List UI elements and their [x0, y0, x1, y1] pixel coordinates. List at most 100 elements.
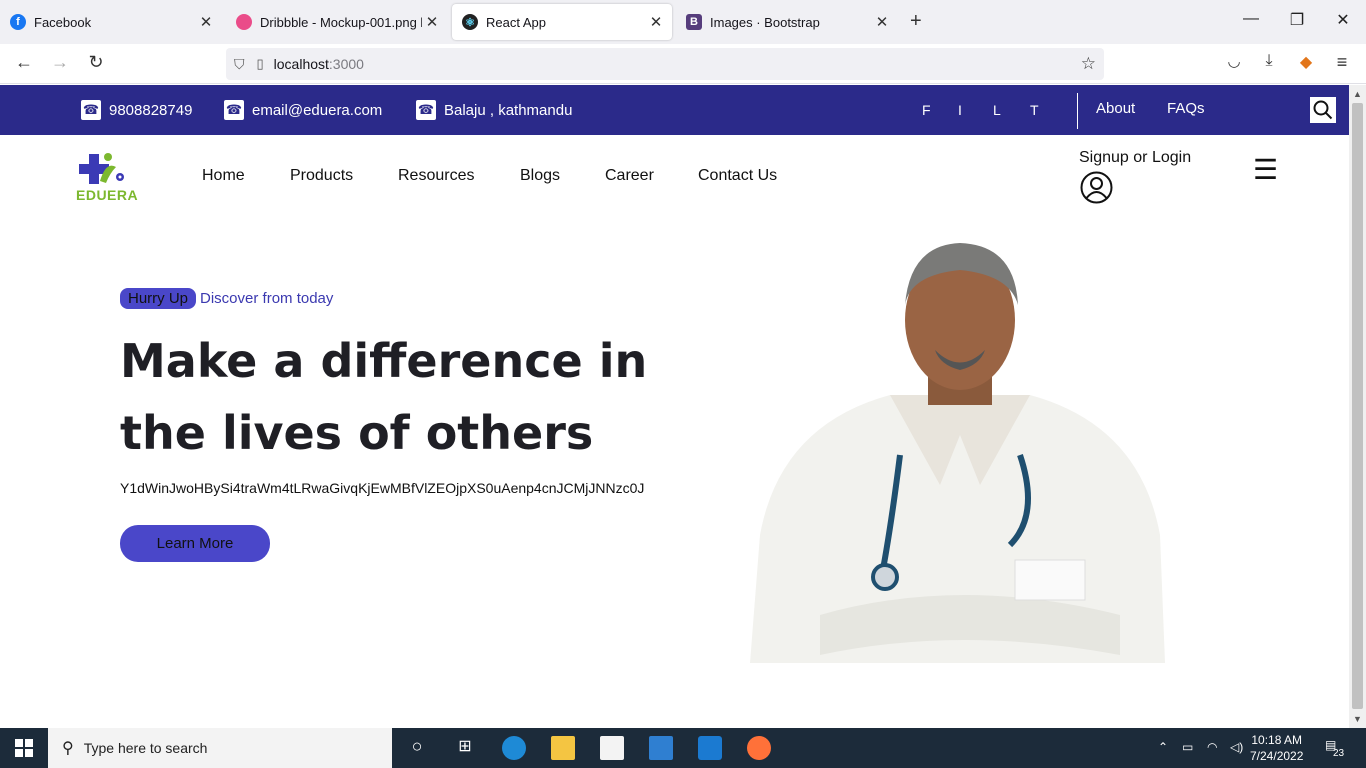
- search-icon: [1313, 100, 1333, 120]
- browser-tab-bar: f Facebook ✕ Dribbble - Mockup-001.png b…: [0, 0, 1366, 44]
- email-text: email@eduera.com: [252, 101, 383, 119]
- hero-title: Make a difference in the lives of others: [120, 325, 720, 469]
- nav-contact-us[interactable]: Contact Us: [698, 167, 777, 185]
- task-view-icon[interactable]: ⊞: [453, 736, 477, 760]
- phone-icon: ☎: [416, 100, 436, 120]
- taskbar-clock[interactable]: 10:18 AM 7/24/2022: [1250, 732, 1303, 764]
- social-facebook-link[interactable]: F: [922, 102, 931, 118]
- phone-icon: ☎: [81, 100, 101, 120]
- bootstrap-icon: B: [686, 14, 702, 30]
- url-host: localhost: [273, 56, 329, 72]
- faqs-link[interactable]: FAQs: [1167, 100, 1205, 117]
- metamask-icon[interactable]: ◆: [1294, 52, 1318, 72]
- edge-icon[interactable]: [502, 736, 526, 760]
- social-instagram-link[interactable]: I: [958, 102, 962, 118]
- firefox-icon[interactable]: [747, 736, 771, 760]
- main-header: EDUERA Home Products Resources Blogs Car…: [0, 135, 1349, 225]
- bookmark-star-icon[interactable]: ☆: [1081, 54, 1096, 74]
- nav-resources[interactable]: Resources: [398, 167, 474, 185]
- windows-taskbar: ⚲ Type here to search ○ ⊞ ⌃ ▭ ◠ ◁) 10:18…: [0, 728, 1366, 768]
- about-link[interactable]: About: [1096, 100, 1135, 117]
- tab-title: Images · Bootstrap: [710, 14, 820, 30]
- new-tab-button[interactable]: +: [910, 10, 922, 33]
- windows-icon: [15, 739, 33, 757]
- facebook-icon: f: [10, 14, 26, 30]
- scroll-down-icon[interactable]: ▼: [1349, 714, 1366, 724]
- scrollbar-thumb[interactable]: [1352, 103, 1363, 709]
- tab-title: Facebook: [34, 14, 92, 30]
- signup-login-link[interactable]: Signup or Login: [1079, 149, 1191, 167]
- clock-time: 10:18 AM: [1251, 733, 1303, 747]
- start-button[interactable]: [0, 728, 48, 768]
- wifi-icon[interactable]: ◠: [1207, 740, 1217, 754]
- notification-count: 23: [1333, 748, 1345, 759]
- topbar-divider: [1077, 93, 1078, 129]
- close-icon[interactable]: ✕: [872, 13, 892, 31]
- hero-subtitle: Y1dWinJwoHBySi4traWm4tLRwaGivqKjEwMBfVlZ…: [120, 480, 645, 496]
- nav-career[interactable]: Career: [605, 167, 654, 185]
- url-port: :3000: [328, 56, 364, 72]
- phone-contact: ☎ 9808828749: [81, 100, 192, 120]
- battery-icon[interactable]: ▭: [1182, 740, 1193, 754]
- taskbar-search-placeholder: Type here to search: [83, 740, 208, 756]
- dribbble-icon: [236, 14, 252, 30]
- volume-icon[interactable]: ◁): [1230, 740, 1243, 754]
- close-window-button[interactable]: ✕: [1320, 10, 1366, 30]
- close-icon[interactable]: ✕: [196, 13, 216, 31]
- social-linkedin-link[interactable]: L: [993, 102, 1001, 118]
- close-icon[interactable]: ✕: [422, 13, 442, 31]
- taskbar-search-input[interactable]: ⚲ Type here to search: [48, 728, 392, 768]
- scroll-up-icon[interactable]: ▲: [1349, 89, 1366, 99]
- close-icon[interactable]: ✕: [646, 13, 666, 31]
- clock-date: 7/24/2022: [1250, 749, 1304, 763]
- phone-icon: ☎: [224, 100, 244, 120]
- logo-text: EDUERA: [76, 187, 139, 203]
- mail-icon[interactable]: [649, 736, 673, 760]
- hero-badge-row: Hurry Up Discover from today: [120, 288, 333, 309]
- address-bar[interactable]: ⛉ ▯ localhost:3000 ☆: [226, 48, 1104, 80]
- pocket-icon[interactable]: ◡: [1222, 52, 1246, 70]
- tab-title: React App: [486, 14, 546, 30]
- react-icon: ⚛: [462, 14, 478, 30]
- menu-icon[interactable]: ≡: [1330, 52, 1354, 73]
- contact-topbar: ☎ 9808828749 ☎ email@eduera.com ☎ Balaju…: [0, 85, 1349, 135]
- email-contact: ☎ email@eduera.com: [224, 100, 382, 120]
- hero-title-line-2: the lives of others: [120, 406, 594, 460]
- search-icon: ⚲: [62, 740, 74, 757]
- page-viewport: ☎ 9808828749 ☎ email@eduera.com ☎ Balaju…: [0, 85, 1349, 728]
- file-explorer-icon[interactable]: [551, 736, 575, 760]
- page-scrollbar[interactable]: ▲ ▼: [1349, 85, 1366, 728]
- doctor-image: [750, 243, 1165, 663]
- shield-icon: ⛉: [234, 55, 245, 72]
- tab-facebook[interactable]: f Facebook ✕: [0, 4, 222, 40]
- address-text: Balaju , kathmandu: [444, 101, 573, 119]
- tab-dribbble[interactable]: Dribbble - Mockup-001.png by ✕: [226, 4, 448, 40]
- forward-button[interactable]: →: [48, 52, 72, 73]
- cortana-icon[interactable]: ○: [405, 736, 429, 760]
- user-icon[interactable]: [1080, 171, 1113, 204]
- tab-react-app[interactable]: ⚛ React App ✕: [452, 4, 672, 40]
- nav-blogs[interactable]: Blogs: [520, 167, 560, 185]
- hero-tagline: Discover from today: [200, 290, 334, 307]
- phone-text: 9808828749: [109, 101, 193, 119]
- hurry-up-badge: Hurry Up: [120, 288, 197, 309]
- browser-toolbar: ← → ↻ ⛉ ▯ localhost:3000 ☆ ◡ ⤓ ◆ ≡: [0, 44, 1366, 84]
- address-contact: ☎ Balaju , kathmandu: [416, 100, 572, 120]
- minimize-button[interactable]: —: [1228, 10, 1274, 28]
- nav-home[interactable]: Home: [202, 167, 245, 185]
- nav-products[interactable]: Products: [290, 167, 353, 185]
- hamburger-menu-icon[interactable]: ☰: [1253, 153, 1278, 186]
- reload-button[interactable]: ↻: [84, 52, 108, 73]
- download-icon[interactable]: ⤓: [1257, 52, 1281, 70]
- store-icon[interactable]: [600, 736, 624, 760]
- tab-title: Dribbble - Mockup-001.png by: [260, 14, 422, 30]
- chevron-up-icon[interactable]: ⌃: [1158, 740, 1168, 754]
- back-button[interactable]: ←: [12, 52, 36, 73]
- restore-button[interactable]: ❐: [1274, 10, 1320, 30]
- search-button[interactable]: [1310, 97, 1336, 123]
- tab-bootstrap[interactable]: B Images · Bootstrap ✕: [676, 4, 898, 40]
- learn-more-button[interactable]: Learn More: [120, 525, 270, 562]
- social-twitter-link[interactable]: T: [1030, 102, 1039, 118]
- vscode-icon[interactable]: [698, 736, 722, 760]
- hero-title-line-1: Make a difference in: [120, 334, 648, 388]
